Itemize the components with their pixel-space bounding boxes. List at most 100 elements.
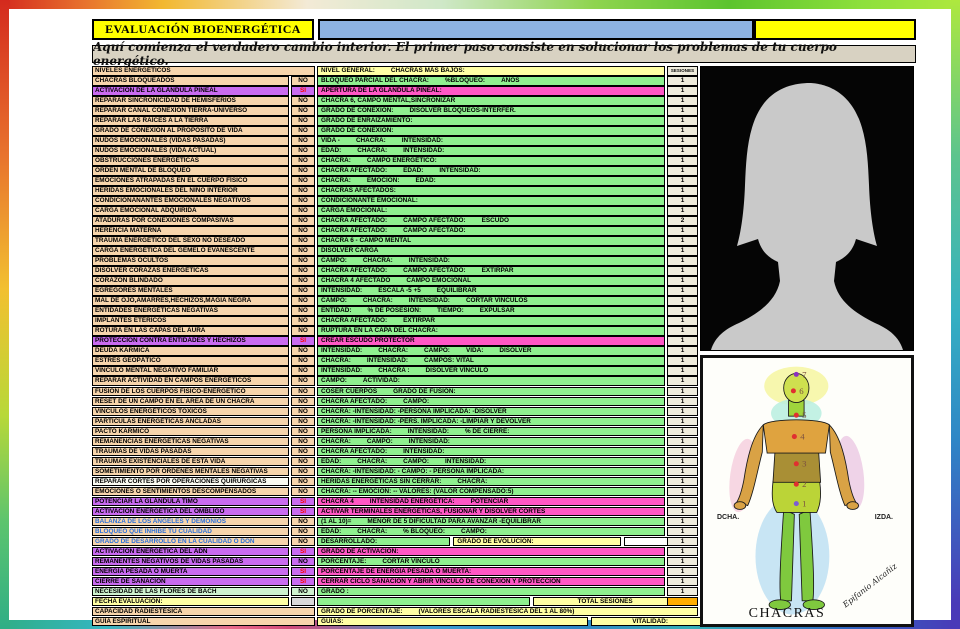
cell[interactable]: GRADO DE CONEXIÓN: [317,126,665,136]
row-value[interactable]: NO [291,76,315,86]
sessions-cell[interactable]: 1 [667,567,698,577]
row-label[interactable]: CARGA ENERGÉTICA DEL GEMELO EVANESCENTE [92,246,289,256]
cell[interactable]: INTENSIDAD:CHACRA :DISOLVER VÍNCULO [317,366,665,376]
sessions-cell[interactable]: 1 [667,146,698,156]
cell[interactable]: CHACRAS AFECTADOS: [317,186,665,196]
row-value[interactable]: NO [291,346,315,356]
cell[interactable]: CHACRA:CAMPO ENERGÉTICO: [317,156,665,166]
sessions-cell[interactable]: 1 [667,537,698,547]
sessions-cell[interactable]: 1 [667,326,698,336]
row-value[interactable]: NO [291,427,315,437]
sessions-cell[interactable]: 1 [667,196,698,206]
row-label[interactable]: CHACRAS BLOQUEADOS [92,76,289,86]
row-value[interactable]: NO [291,397,315,407]
cell[interactable]: (1 AL 10)=MENOR DE 5 DIFICULTAD PARA AVA… [317,517,665,527]
cell[interactable]: GRADO DE EVOLUCIÓN: [453,537,621,547]
sessions-cell[interactable]: 1 [667,266,698,276]
row-label[interactable]: REPARAR SINCRONICIDAD DE HEMISFERIOS [92,96,289,106]
sessions-cell[interactable]: 1 [667,296,698,306]
cell[interactable]: CHACRA 6, CAMPO MENTAL,SINCRONIZAR [317,96,665,106]
row-value[interactable]: NO [291,176,315,186]
row-value[interactable]: NO [291,136,315,146]
sessions-cell[interactable]: 1 [667,407,698,417]
row-label[interactable]: NIVELES ENERGÉTICOS [92,66,315,76]
cell[interactable]: INTENSIDAD:ESCALA -5 +5EQUILIBRAR [317,286,665,296]
sessions-cell[interactable]: 1 [667,176,698,186]
row-value[interactable]: NO [291,437,315,447]
row-label[interactable]: CAPACIDAD RADIESTÉSICA [92,607,315,617]
row-value[interactable]: SI [291,577,315,587]
sessions-cell[interactable]: 1 [667,467,698,477]
row-value[interactable]: SI [291,507,315,517]
sessions-cell[interactable]: 1 [667,487,698,497]
row-label[interactable]: REPARAR CANAL CONEXIÓN TIERRA-UNIVERSO [92,106,289,116]
cell[interactable]: CHACRA:EMOCIÓN:EDAD: [317,176,665,186]
cell[interactable]: GRADO : [317,587,665,597]
row-label[interactable]: ATADURAS POR CONEXIONES COMPASIVAS [92,216,289,226]
row-value[interactable]: NO [291,527,315,537]
cell[interactable]: PERSONA IMPLICADA:INTENSIDAD:% DE CIERRE… [317,427,665,437]
row-value[interactable]: NO [291,166,315,176]
cell[interactable]: CERRAR CICLO SANACIÓN Y ABRIR VÍNCULO DE… [317,577,665,587]
cell[interactable]: CHACRA: -INTENSIDAD: - CAMPO: - PERSONA … [317,467,665,477]
row-label[interactable]: EMOCIONES ATRAPADAS EN EL CUERPO FÍSICO [92,176,289,186]
sessions-cell[interactable]: 1 [667,437,698,447]
cell[interactable]: ACTIVAR TERMINALES ENERGÉTICAS, FUSIONAR… [317,507,665,517]
row-label[interactable]: ACTIVACIÓN DE LA GLANDULA PINEAL [92,86,289,96]
row-label[interactable]: GUÍA ESPIRITUAL [92,617,315,627]
cell[interactable]: INTENSIDAD:CHACRA:CAMPO:VIDA:DISOLVER [317,346,665,356]
row-label[interactable]: VINCULO MENTAL NEGATIVO FAMILIAR [92,366,289,376]
sessions-cell[interactable]: 1 [667,166,698,176]
sessions-cell[interactable]: 1 [667,527,698,537]
row-value[interactable]: NO [291,256,315,266]
row-value[interactable]: NO [291,126,315,136]
cell[interactable]: CONDICIONANTE EMOCIONAL: [317,196,665,206]
sessions-cell[interactable] [667,597,698,607]
sessions-cell[interactable]: 1 [667,236,698,246]
row-label[interactable]: FECHA EVALUACIÓN: [92,597,289,607]
cell[interactable]: CHACRA 6 - CAMPO MENTAL [317,236,665,246]
row-label[interactable]: ENERGÍA PESADA O MUERTA [92,567,289,577]
row-value[interactable]: NO [291,447,315,457]
sessions-cell[interactable]: 1 [667,186,698,196]
row-value[interactable]: NO [291,487,315,497]
cell[interactable]: CHACRA AFECTADO:CAMPO AFECTADO: [317,226,665,236]
cell[interactable]: CHACRA 4INTENSIDAD ENERGÉTICA:POTENCIAR [317,497,665,507]
row-label[interactable]: GRADO DE CONEXION AL PROPOSITO DE VIDA [92,126,289,136]
sessions-cell[interactable]: 1 [667,497,698,507]
row-label[interactable]: TRAUMA ENERGÉTICO DEL SEXO NO DESEADO [92,236,289,246]
sessions-cell[interactable]: 1 [667,256,698,266]
row-value[interactable]: NO [291,366,315,376]
cell[interactable]: CHACRA AFECTADO:EDAD:INTENSIDAD: [317,166,665,176]
sessions-cell[interactable]: 2 [667,216,698,226]
row-value[interactable]: NO [291,296,315,306]
cell[interactable]: ENTIDAD:% DE POSESIÓN:TIEMPO:EXPULSAR [317,306,665,316]
cell[interactable]: GRADO DE ENRAIZAMIENTO: [317,116,665,126]
row-value[interactable]: NO [291,286,315,296]
cell[interactable]: CHACRA AFECTADO:EXTIRPAR [317,316,665,326]
row-label[interactable]: TRAUMAS EXISTENCIALES DE ESTA VIDA [92,457,289,467]
cell[interactable]: CHACRA 4 AFECTADOCAMPO EMOCIONAL [317,276,665,286]
row-value[interactable] [291,597,315,607]
row-label[interactable]: BALANZA DE LOS ANGELES Y DEMONIOS [92,517,289,527]
row-label[interactable]: NUDOS EMOCIONALES (VIDAS PASADAS) [92,136,289,146]
cell[interactable]: CAMPO:CHACRA:INTENSIDAD: [317,256,665,266]
sessions-cell[interactable]: 1 [667,276,698,286]
row-label[interactable]: HERENCIA MATERNA [92,226,289,236]
patient-photo-placeholder[interactable] [700,66,914,351]
row-label[interactable]: CORAZÓN BLINDADO [92,276,289,286]
row-value[interactable]: NO [291,116,315,126]
cell[interactable]: CREAR ESCUDO PROTECTOR [317,336,665,346]
cell[interactable]: CHACRA:INTENSIDAD:CAMPOS: VITAL [317,356,665,366]
cell[interactable]: CHACRA:CAMPO:INTENSIDAD: [317,437,665,447]
row-label[interactable]: REPARAR LAS RAÍCES A LA TIERRA [92,116,289,126]
cell[interactable]: CHACRA: -INTENSIDAD: -PERS. IMPLICADA: -… [317,417,665,427]
sessions-cell[interactable]: 1 [667,286,698,296]
row-label[interactable]: ORDEN MENTAL DE BLOQUEO [92,166,289,176]
row-label[interactable]: RESET DE UN CAMPO EN EL AREA DE UN CHACR… [92,397,289,407]
cell[interactable]: EDAD:CHACRA:INTENSIDAD: [317,146,665,156]
cell[interactable]: CHACRA: -INTENSIDAD: -PERSONA IMPLICADA:… [317,407,665,417]
date-field[interactable] [754,19,916,40]
row-value[interactable]: NO [291,226,315,236]
cell[interactable]: CHACRA AFECTADO:CAMPO AFECTADO:ESCUDO [317,216,665,226]
